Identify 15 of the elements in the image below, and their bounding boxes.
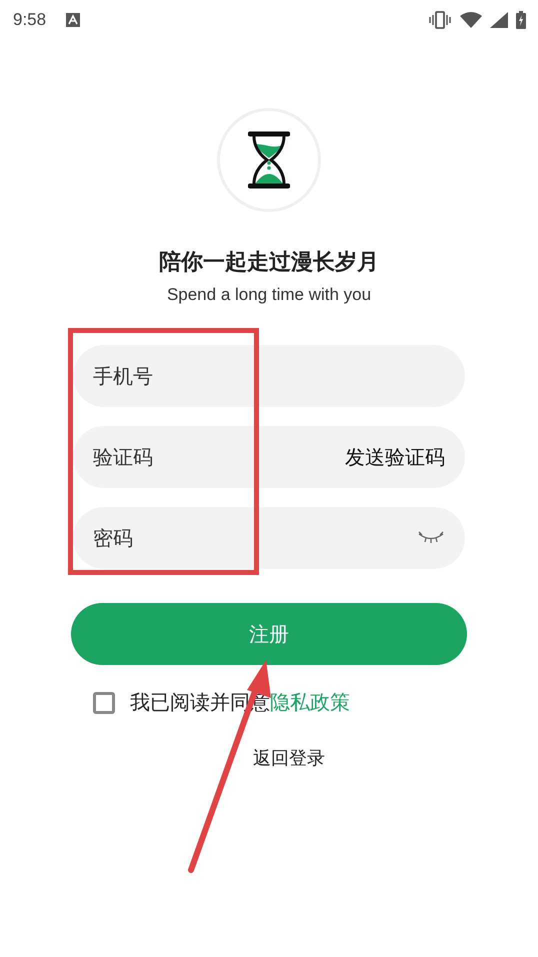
signal-icon xyxy=(490,12,508,28)
wifi-icon xyxy=(460,12,482,28)
battery-icon xyxy=(516,11,526,29)
hourglass-icon xyxy=(248,130,290,190)
vibrate-icon xyxy=(428,11,452,29)
keyboard-icon xyxy=(66,13,80,27)
back-to-login-link[interactable]: 返回登录 xyxy=(253,746,325,770)
closed-eye-icon[interactable] xyxy=(417,531,445,545)
slogan-title: 陪你一起走过漫长岁月 xyxy=(159,249,379,277)
phone-field[interactable]: 手机号 xyxy=(73,345,465,407)
password-field[interactable]: 密码 xyxy=(73,507,465,569)
status-time: 9:58 xyxy=(13,10,46,30)
send-code-button[interactable]: 发送验证码 xyxy=(345,444,445,471)
slogan-subtitle: Spend a long time with you xyxy=(166,284,372,306)
agreement-checkbox[interactable] xyxy=(93,692,115,714)
